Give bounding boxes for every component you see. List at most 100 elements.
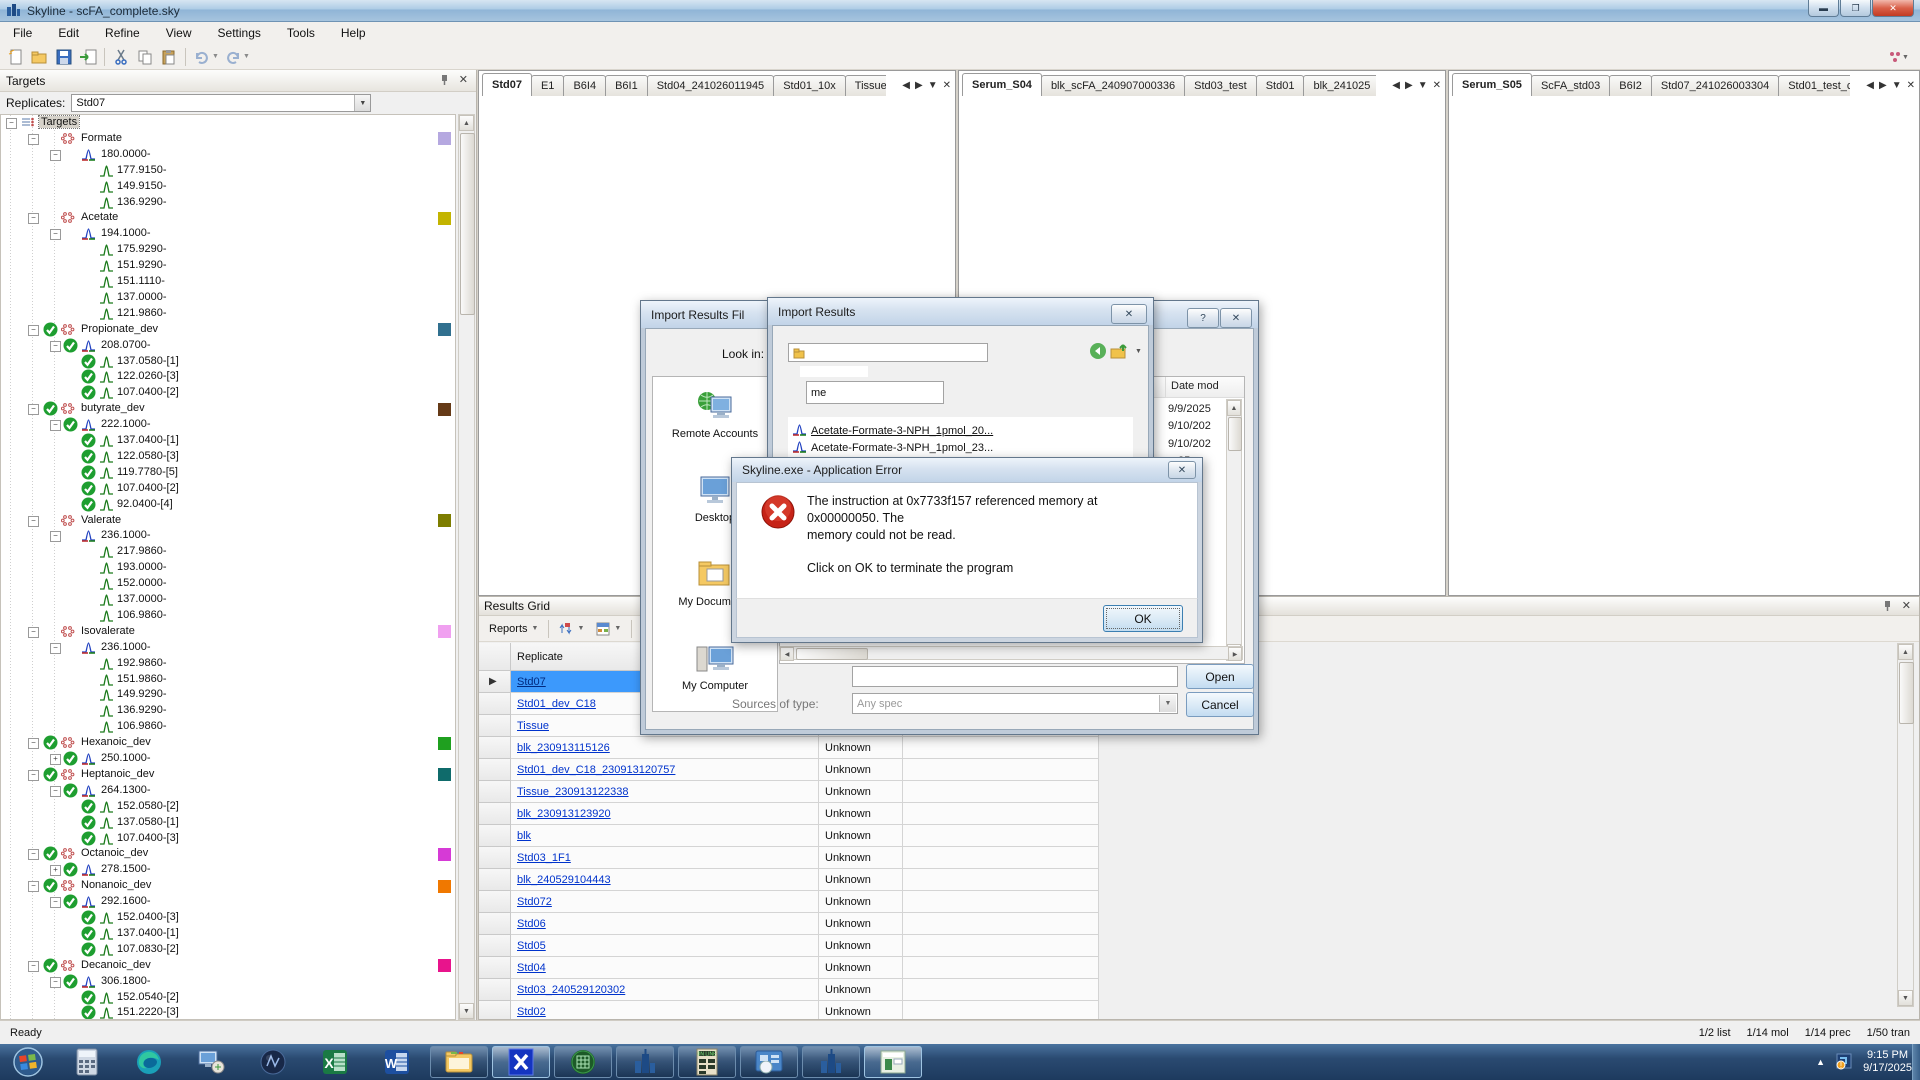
taskbar-green-sphere-app-icon[interactable] (554, 1046, 612, 1078)
tree-item[interactable]: 136.9290- (1, 703, 456, 719)
tree-item[interactable]: −butyrate_dev (1, 401, 456, 417)
expander-icon[interactable]: + (50, 865, 61, 876)
tray-app-icon[interactable]: ! (1835, 1052, 1853, 1073)
tab-Serum_S04[interactable]: Serum_S04 (962, 73, 1042, 96)
tray-expand-icon[interactable]: ▲ (1816, 1057, 1825, 1067)
tree-item[interactable]: 151.1110- (1, 274, 456, 290)
expander-icon[interactable]: − (28, 325, 39, 336)
table-cell[interactable] (903, 759, 1099, 781)
pin-icon[interactable] (438, 74, 450, 89)
tab-Tissue_S0[interactable]: Tissue_S0 (845, 75, 886, 96)
expander-icon[interactable]: − (50, 531, 61, 542)
scroll-down-icon[interactable]: ▼ (459, 1003, 474, 1019)
table-cell[interactable] (903, 847, 1099, 869)
open-button[interactable]: Open (1186, 664, 1254, 689)
taskbar-edge-browser-icon[interactable] (120, 1046, 178, 1078)
row-header[interactable] (479, 803, 511, 825)
show-desktop-button[interactable] (1912, 1044, 1920, 1080)
tree-item[interactable]: 107.0400-[3] (1, 831, 456, 847)
tree-item[interactable]: 92.0400-[4] (1, 497, 456, 513)
tree-item[interactable]: −194.1000- (1, 226, 456, 242)
taskbar-skyline-app-2-icon[interactable] (802, 1046, 860, 1078)
menu-view[interactable]: View (153, 23, 205, 43)
view-grid-icon[interactable]: ▼ (590, 620, 627, 638)
taskbar-skyline-app-icon[interactable] (616, 1046, 674, 1078)
tab-Std07_241026003304[interactable]: Std07_241026003304 (1651, 75, 1779, 96)
scroll-up-icon[interactable]: ▲ (1898, 644, 1913, 660)
table-row[interactable]: Std03_240529120302 (511, 979, 819, 1001)
tree-item[interactable]: −264.1300- (1, 783, 456, 799)
tree-item[interactable]: 119.7780-[5] (1, 465, 456, 481)
table-cell[interactable] (903, 913, 1099, 935)
tree-item[interactable]: 217.9860- (1, 544, 456, 560)
expander-icon[interactable]: − (50, 420, 61, 431)
sample-type-cell[interactable]: Unknown (819, 759, 903, 781)
tree-item[interactable]: 137.0580-[1] (1, 354, 456, 370)
tree-item[interactable]: 107.0830-[2] (1, 942, 456, 958)
menu-settings[interactable]: Settings (205, 23, 274, 43)
taskbar-excel-icon[interactable]: X (306, 1046, 364, 1078)
sample-type-cell[interactable]: Unknown (819, 825, 903, 847)
scroll-thumb[interactable] (460, 133, 475, 315)
tab-blk_scFA_240907000336[interactable]: blk_scFA_240907000336 (1041, 75, 1185, 96)
close-icon[interactable]: ✕ (459, 73, 468, 86)
menu-file[interactable]: File (0, 23, 45, 43)
sample-type-cell[interactable]: Unknown (819, 847, 903, 869)
menu-help[interactable]: Help (328, 23, 379, 43)
tree-item[interactable]: 152.0580-[2] (1, 799, 456, 815)
molecule-tool-icon[interactable]: ▼ (1888, 47, 1912, 67)
tab-overflow-buttons[interactable]: ◀▶▼✕ (1862, 77, 1915, 93)
table-cell[interactable] (903, 891, 1099, 913)
sample-type-cell[interactable]: Unknown (819, 803, 903, 825)
tree-item[interactable]: −180.0000- (1, 147, 456, 163)
sample-type-cell[interactable]: Unknown (819, 781, 903, 803)
tree-item[interactable]: +250.1000- (1, 751, 456, 767)
tree-item[interactable]: −Valerate (1, 513, 456, 529)
table-row[interactable]: Std02 (511, 1001, 819, 1019)
tab-ScFA_std03[interactable]: ScFA_std03 (1531, 75, 1610, 96)
tree-item[interactable]: −Heptanoic_dev (1, 767, 456, 783)
scroll-down-icon[interactable]: ▼ (1898, 990, 1913, 1006)
row-header[interactable] (479, 913, 511, 935)
tree-item[interactable]: −Isovalerate (1, 624, 456, 640)
tree-item[interactable]: 106.9860- (1, 608, 456, 624)
scroll-up-icon[interactable]: ▲ (459, 115, 474, 131)
taskbar-remote-device-icon[interactable] (182, 1046, 240, 1078)
tree-item[interactable]: −Formate (1, 131, 456, 147)
pin-icon[interactable] (1881, 600, 1893, 615)
table-cell[interactable] (903, 825, 1099, 847)
tab-B6I2[interactable]: B6I2 (1609, 75, 1652, 96)
table-row[interactable]: Std072 (511, 891, 819, 913)
tree-item[interactable]: 149.9150- (1, 179, 456, 195)
tree-item[interactable]: −208.0700- (1, 338, 456, 354)
tab-B6I1[interactable]: B6I1 (605, 75, 648, 96)
expander-icon[interactable]: − (28, 770, 39, 781)
tree-item[interactable]: 152.0000- (1, 576, 456, 592)
save-icon[interactable] (52, 46, 76, 68)
tab-Serum_S05[interactable]: Serum_S05 (1452, 73, 1532, 96)
tab-Std03_test[interactable]: Std03_test (1184, 75, 1257, 96)
tree-item[interactable]: −Hexanoic_dev (1, 735, 456, 751)
row-header[interactable] (479, 869, 511, 891)
expander-icon[interactable]: − (28, 516, 39, 527)
tree-item[interactable]: −236.1000- (1, 640, 456, 656)
table-cell[interactable] (903, 935, 1099, 957)
tree-item[interactable]: −Octanoic_dev (1, 846, 456, 862)
clock[interactable]: 9:15 PM9/17/2025 (1863, 1049, 1912, 1075)
expander-icon[interactable]: + (50, 754, 61, 765)
table-cell[interactable] (903, 781, 1099, 803)
targets-scrollbar[interactable]: ▲ ▼ (458, 114, 475, 1020)
tree-item[interactable]: 107.0400-[2] (1, 385, 456, 401)
cancel-button[interactable]: Cancel (1186, 692, 1254, 717)
taskbar-word-icon[interactable]: W (368, 1046, 426, 1078)
tab-overflow-buttons[interactable]: ◀▶▼✕ (898, 77, 951, 93)
row-header[interactable] (479, 979, 511, 1001)
place-my-computer[interactable]: My Computer (657, 641, 773, 692)
tab-Std04_241026011945[interactable]: Std04_241026011945 (647, 75, 774, 96)
row-header[interactable] (479, 891, 511, 913)
expander-icon[interactable]: − (50, 786, 61, 797)
targets-tree[interactable]: −Targets−Formate−180.0000-177.9150-149.9… (0, 114, 456, 1020)
tree-item[interactable]: 121.9860- (1, 306, 456, 322)
tree-item[interactable]: −292.1600- (1, 894, 456, 910)
tree-item[interactable]: 137.0000- (1, 290, 456, 306)
